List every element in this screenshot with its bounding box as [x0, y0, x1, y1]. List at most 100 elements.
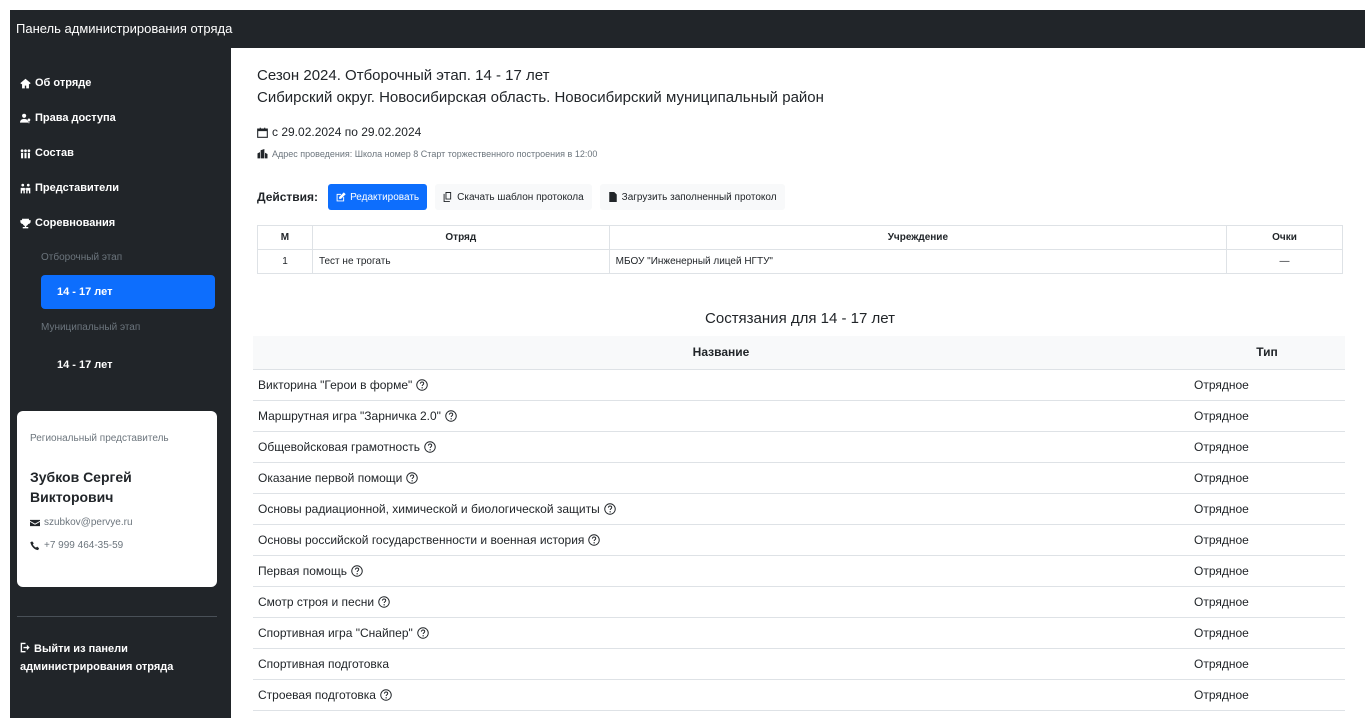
column-header-team: Отряд — [311, 225, 610, 250]
representative-phone[interactable]: +7 999 464-35-59 — [30, 540, 123, 551]
column-header-name: Название — [253, 336, 1189, 370]
help-icon[interactable] — [351, 564, 363, 577]
contest-name-text: Спортивная подготовка — [258, 656, 389, 671]
table-row: Спортивная подготовка Отрядное — [253, 648, 1345, 680]
help-icon[interactable] — [445, 409, 457, 422]
contest-name: Первая помощь — [253, 555, 1189, 587]
contest-name-text: Общевойсковая грамотность — [258, 439, 420, 454]
contest-type: Отрядное — [1189, 555, 1345, 587]
contest-name-text: Основы радиационной, химической и биолог… — [258, 501, 600, 516]
contest-name: Строевая подготовка — [253, 679, 1189, 711]
sidebar: Об отряде Права доступа Состав Представи… — [10, 48, 231, 718]
result-place: 1 — [257, 249, 313, 274]
help-icon[interactable] — [417, 626, 429, 639]
contest-name: Викторина "Герои в форме" — [253, 369, 1189, 401]
contest-name: Спортивная игра "Снайпер" — [253, 617, 1189, 649]
sidebar-item-label: Соревнования — [35, 217, 116, 229]
app-title[interactable]: Панель администрирования отряда — [16, 21, 232, 36]
edit-button[interactable]: Редактировать — [328, 184, 428, 210]
contest-name: Смотр строя и песни — [253, 586, 1189, 618]
table-row: Строевая подготовка Отрядное — [253, 679, 1345, 711]
actions-bar: Действия: Редактировать Скачать шаблон п… — [257, 184, 785, 210]
contest-name-text: Викторина "Герои в форме" — [258, 377, 413, 392]
stage-label-municipal: Муниципальный этап — [41, 322, 141, 333]
logout-link[interactable]: Выйти из панели администрирования отряда — [20, 640, 190, 676]
result-team: Тест не трогать — [311, 249, 610, 274]
sidebar-item-competitions[interactable]: Соревнования — [20, 217, 115, 229]
table-row: Основы радиационной, химической и биолог… — [253, 493, 1345, 525]
sidebar-item-label: Состав — [35, 147, 74, 159]
event-dates: с 29.02.2024 по 29.02.2024 — [257, 125, 421, 139]
contest-type: Отрядное — [1189, 462, 1345, 494]
representatives-icon — [20, 183, 31, 193]
page-subtitle: Сибирский округ. Новосибирская область. … — [257, 89, 824, 106]
representative-name: Зубков Сергей Викторович — [30, 469, 132, 505]
contest-type: Отрядное — [1189, 431, 1345, 463]
calendar-icon — [257, 127, 268, 138]
representative-role: Региональный представитель — [30, 433, 169, 444]
contest-type: Отрядное — [1189, 524, 1345, 556]
users-key-icon — [20, 113, 31, 123]
sidebar-item-municipal-age[interactable]: 14 - 17 лет — [41, 348, 215, 382]
stage-label-selection: Отборочный этап — [41, 252, 123, 263]
event-dates-text: с 29.02.2024 по 29.02.2024 — [272, 125, 422, 139]
representative-email[interactable]: szubkov@pervye.ru — [30, 517, 133, 528]
upload-protocol-button[interactable]: Загрузить заполненный протокол — [599, 184, 785, 210]
column-header-points: Очки — [1226, 225, 1343, 250]
table-row: Первая помощь Отрядное — [253, 555, 1345, 587]
sidebar-item-representatives[interactable]: Представители — [20, 182, 119, 194]
help-icon[interactable] — [424, 440, 436, 453]
event-address-text: Адрес проведения: Школа номер 8 Старт то… — [272, 149, 598, 159]
phone-icon — [30, 540, 40, 550]
column-header-type: Тип — [1189, 336, 1345, 370]
main-content: Сезон 2024. Отборочный этап. 14 - 17 лет… — [231, 48, 1365, 718]
sidebar-item-label: Представители — [35, 182, 119, 194]
copy-icon — [443, 192, 452, 202]
edit-icon — [336, 192, 346, 202]
contests-table-body: Викторина "Герои в форме" Отрядное Маршрут… — [253, 369, 1345, 711]
actions-label: Действия: — [257, 190, 319, 204]
contest-name-text: Оказание первой помощи — [258, 470, 403, 485]
table-row: Общевойсковая грамотность Отрядное — [253, 431, 1345, 463]
contest-type: Отрядное — [1189, 648, 1345, 680]
sidebar-item-about[interactable]: Об отряде — [20, 77, 91, 89]
results-table: М Отряд Учреждение Очки 1 Тест не трогат… — [257, 225, 1343, 274]
contest-name: Маршрутная игра "Зарничка 2.0" — [253, 400, 1189, 432]
help-icon[interactable] — [406, 471, 419, 484]
contest-name-text: Маршрутная игра "Зарничка 2.0" — [258, 408, 441, 423]
contest-name-text: Смотр строя и песни — [258, 594, 375, 609]
sidebar-item-label: Об отряде — [35, 77, 92, 89]
table-row: Викторина "Герои в форме" Отрядное — [253, 369, 1345, 401]
event-address: Адрес проведения: Школа номер 8 Старт то… — [257, 149, 597, 159]
table-row: Оказание первой помощи Отрядное — [253, 462, 1345, 494]
contest-type: Отрядное — [1189, 400, 1345, 432]
download-template-button[interactable]: Скачать шаблон протокола — [435, 184, 592, 210]
contest-name: Основы российской государственности и во… — [253, 524, 1189, 556]
representative-card: Региональный представитель Зубков Сергей… — [17, 411, 217, 587]
help-icon[interactable] — [588, 533, 601, 546]
contest-name-text: Основы российской государственности и во… — [258, 532, 585, 547]
column-header-organization: Учреждение — [608, 225, 1228, 250]
help-icon[interactable] — [603, 502, 616, 515]
page-title: Сезон 2024. Отборочный этап. 14 - 17 лет — [257, 67, 550, 84]
top-navbar: Панель администрирования отряда — [10, 10, 1365, 48]
help-icon[interactable] — [416, 378, 429, 391]
sidebar-item-access[interactable]: Права доступа — [20, 112, 116, 124]
contest-type: Отрядное — [1189, 617, 1345, 649]
table-row: 1 Тест не трогать МБОУ "Инженерный лицей… — [257, 249, 1343, 274]
help-icon[interactable] — [380, 688, 392, 701]
building-icon — [257, 149, 268, 159]
people-icon — [20, 148, 31, 158]
table-row: Основы российской государственности и во… — [253, 524, 1345, 556]
help-icon[interactable] — [378, 595, 390, 608]
envelope-icon — [30, 519, 40, 526]
contest-name: Оказание первой помощи — [253, 462, 1189, 494]
sidebar-item-members[interactable]: Состав — [20, 147, 74, 159]
contest-type: Отрядное — [1189, 369, 1345, 401]
trophy-icon — [20, 218, 31, 228]
table-header-row: Название Тип — [253, 336, 1345, 370]
table-row: Спортивная игра "Снайпер" Отрядное — [253, 617, 1345, 649]
logout-icon — [20, 642, 30, 653]
sidebar-item-selection-age[interactable]: 14 - 17 лет — [41, 275, 215, 309]
column-header-place: М — [257, 225, 313, 250]
